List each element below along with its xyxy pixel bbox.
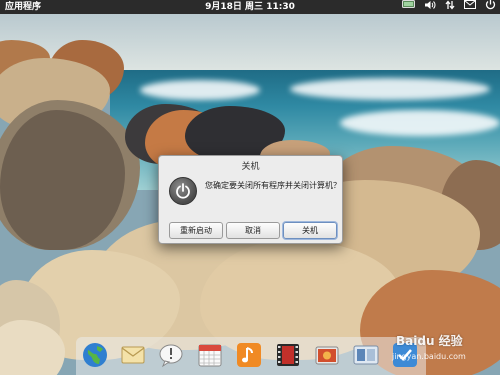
video-icon[interactable]	[275, 342, 301, 368]
applications-menu[interactable]: 应用程序	[5, 0, 41, 14]
volume-icon[interactable]	[424, 0, 436, 15]
cancel-button[interactable]: 取消	[226, 222, 280, 239]
power-icon	[169, 177, 197, 205]
workspace-switcher-icon[interactable]	[353, 342, 379, 368]
wave-foam	[140, 80, 260, 100]
wave-foam	[340, 110, 500, 136]
dialog-title: 关机	[241, 162, 260, 172]
mail-icon[interactable]	[464, 0, 476, 14]
system-tray	[402, 0, 496, 14]
power-icon[interactable]	[485, 0, 496, 15]
music-icon[interactable]	[236, 342, 262, 368]
mail-icon[interactable]	[120, 342, 146, 368]
watermark-url: jingyan.baidu.com	[392, 352, 466, 361]
restart-button[interactable]: 重新启动	[169, 222, 223, 239]
watermark-logo: Baidu 经验	[396, 334, 463, 348]
dialog-message: 您确定要关闭所有程序并关闭计算机？	[205, 181, 341, 190]
browser-globe-icon[interactable]	[82, 342, 108, 368]
wave-foam	[290, 78, 490, 100]
network-icon[interactable]	[445, 0, 455, 15]
display-icon[interactable]	[402, 0, 415, 14]
shutdown-button[interactable]: 关机	[283, 222, 337, 239]
calendar-icon[interactable]	[197, 342, 223, 368]
shutdown-dialog: 关机 您确定要关闭所有程序并关闭计算机？ 重新启动 取消 关机	[158, 155, 343, 244]
photos-icon[interactable]	[314, 342, 340, 368]
top-panel: 应用程序 9月18日 周三 11:30	[0, 0, 500, 14]
chat-icon[interactable]	[158, 342, 184, 368]
